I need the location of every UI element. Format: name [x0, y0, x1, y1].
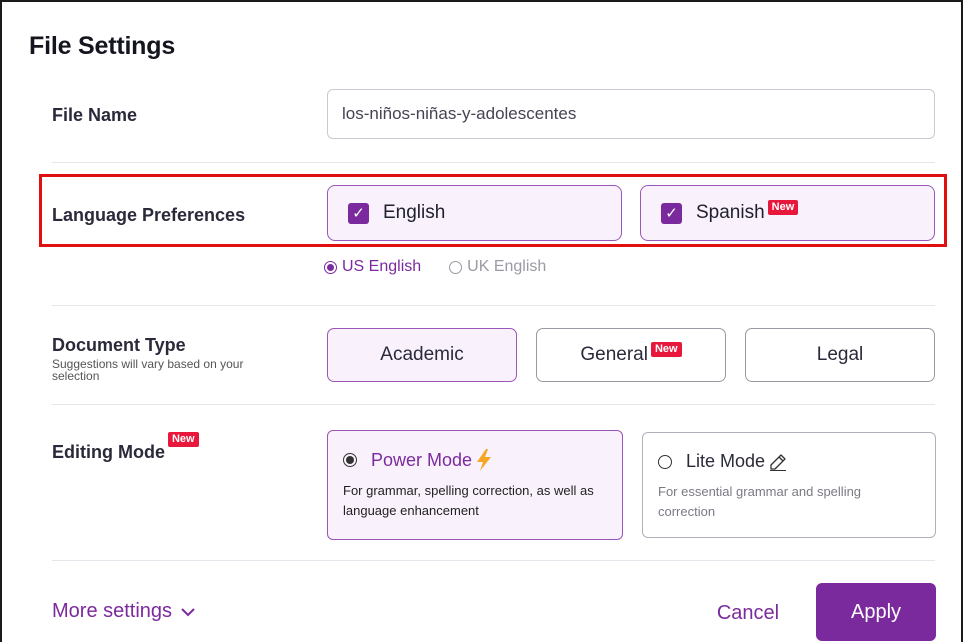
- more-settings-label: More settings: [52, 600, 173, 622]
- doc-type-label: General: [580, 344, 648, 365]
- dialect-label: US English: [342, 258, 422, 275]
- dialect-option-uk-english[interactable]: UK English: [449, 258, 546, 276]
- editing-mode-label-text: Editing Mode: [52, 442, 165, 462]
- mode-card-power[interactable]: Power Mode For grammar, spelling correct…: [327, 430, 623, 540]
- radio-selected-icon[interactable]: [324, 260, 337, 274]
- divider: [52, 560, 935, 561]
- dialect-label: UK English: [467, 258, 547, 275]
- dialect-option-us-english[interactable]: US English: [324, 258, 421, 276]
- mode-title: Lite Mode: [686, 451, 766, 471]
- editing-mode-label: Editing ModeNew: [52, 432, 199, 463]
- doc-type-academic[interactable]: Academic: [327, 328, 517, 382]
- file-settings-dialog: File Settings File Name Language Prefere…: [0, 0, 963, 642]
- mode-title: Power Mode: [371, 449, 473, 470]
- mode-description: For grammar, spelling correction, as wel…: [343, 483, 594, 518]
- mode-card-header: Power Mode: [343, 449, 607, 471]
- lightning-icon: [477, 449, 492, 471]
- dialect-radio-group: US English UK English: [324, 258, 574, 276]
- language-option-label: English: [383, 202, 446, 223]
- new-badge: New: [767, 199, 799, 215]
- checkbox-checked-icon[interactable]: ✓: [661, 202, 682, 224]
- file-name-input[interactable]: [327, 89, 935, 139]
- doc-type-legal[interactable]: Legal: [745, 328, 935, 382]
- doc-type-label: Legal: [816, 344, 864, 365]
- doc-type-label: Academic: [380, 344, 464, 365]
- radio-unselected-icon[interactable]: [658, 454, 672, 469]
- mode-description: For essential grammar and spelling corre…: [658, 484, 862, 519]
- apply-button[interactable]: Apply: [816, 583, 936, 641]
- new-badge: New: [650, 341, 682, 357]
- document-type-hint: Suggestions will vary based on your sele…: [52, 357, 244, 383]
- divider: [52, 404, 935, 405]
- divider: [52, 305, 935, 306]
- new-badge: New: [167, 432, 199, 447]
- language-preferences-label: Language Preferences: [52, 205, 246, 225]
- divider: [52, 162, 935, 163]
- more-settings-link[interactable]: More settings: [52, 600, 196, 623]
- language-option-spanish[interactable]: ✓ Spanish New: [640, 185, 935, 241]
- radio-selected-icon[interactable]: [343, 453, 357, 467]
- dialog-title: File Settings: [29, 32, 176, 60]
- chevron-down-icon: [181, 607, 195, 616]
- doc-type-general[interactable]: General New: [536, 328, 726, 382]
- language-option-label: Spanish: [696, 202, 765, 223]
- document-type-label: Document Type: [52, 335, 186, 355]
- language-option-english[interactable]: ✓ English: [327, 185, 622, 241]
- checkbox-checked-icon[interactable]: ✓: [348, 202, 369, 224]
- mode-card-header: Lite Mode: [658, 451, 920, 472]
- pencil-icon: [770, 453, 787, 471]
- cancel-button[interactable]: Cancel: [702, 592, 794, 634]
- mode-card-lite[interactable]: Lite Mode For essential grammar and spel…: [642, 432, 936, 538]
- file-name-label: File Name: [52, 105, 138, 125]
- radio-unselected-icon[interactable]: [449, 260, 463, 274]
